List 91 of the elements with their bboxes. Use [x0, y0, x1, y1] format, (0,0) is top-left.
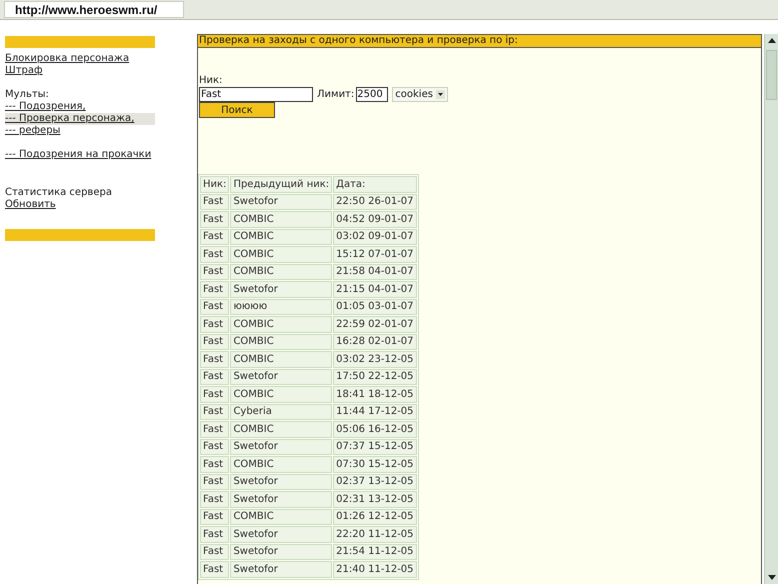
table-cell: Fast: [200, 194, 230, 210]
table-cell: Fast: [200, 544, 230, 560]
table-cell: Swetofor: [230, 544, 332, 560]
table-cell: 11:44 17-12-05: [333, 404, 417, 420]
table-cell: COMBIC: [230, 351, 332, 368]
scroll-up-icon[interactable]: [766, 36, 776, 44]
table-cell: 18:41 18-12-05: [333, 386, 417, 402]
table-cell: 17:50 22-12-05: [333, 368, 417, 385]
table-cell: Fast: [200, 404, 230, 420]
table-cell: Fast: [200, 246, 230, 262]
nick-label: Ник:: [199, 75, 224, 87]
sidebar-link[interactable]: Штраф: [5, 65, 155, 77]
table-cell: 02:37 13-12-05: [333, 474, 417, 490]
sidebar-link[interactable]: --- Подозрения,: [5, 101, 155, 113]
table-cell: Fast: [200, 368, 230, 385]
table-cell: 22:59 02-01-07: [333, 316, 417, 332]
table-cell: 22:50 26-01-07: [333, 194, 417, 210]
table-cell: Fast: [200, 228, 230, 245]
table-cell: Swetofor: [230, 491, 332, 508]
table-cell: 21:40 11-12-05: [333, 561, 417, 578]
limit-label: Лимит:: [317, 88, 354, 100]
table-cell: Fast: [200, 334, 230, 350]
table-cell: 07:37 15-12-05: [333, 438, 417, 455]
mode-dropdown[interactable]: cookies: [392, 87, 448, 102]
table-cell: Fast: [200, 421, 230, 438]
table-cell: COMBIC: [230, 421, 332, 438]
table-cell: COMBIC: [230, 228, 332, 245]
table-cell: 03:02 23-12-05: [333, 351, 417, 368]
table-cell: COMBIC: [230, 211, 332, 228]
caret-icon: [436, 90, 445, 99]
table-cell: 21:54 11-12-05: [333, 544, 417, 560]
table-cell: 01:05 03-01-07: [333, 298, 417, 315]
column-header: Дата:: [333, 176, 417, 192]
table-cell: 02:31 13-12-05: [333, 491, 417, 508]
sidebar-label: Статистика сервера: [5, 187, 113, 199]
sidebar-link[interactable]: --- реферы: [5, 125, 155, 137]
table-cell: 16:28 02-01-07: [333, 334, 417, 350]
table-cell: Cyberia: [230, 404, 332, 420]
search-button[interactable]: Поиск: [199, 102, 275, 118]
table-cell: Swetofor: [230, 368, 332, 385]
table-cell: COMBIC: [230, 334, 332, 350]
table-cell: 05:06 16-12-05: [333, 421, 417, 438]
table-cell: 22:20 11-12-05: [333, 526, 417, 542]
table-cell: Fast: [200, 491, 230, 508]
column-header: Предыдущий ник:: [230, 176, 332, 192]
table-cell: Swetofor: [230, 438, 332, 455]
table-cell: 07:30 15-12-05: [333, 456, 417, 472]
table-cell: COMBIC: [230, 316, 332, 332]
sidebar-link[interactable]: Блокировка персонажа: [5, 53, 155, 65]
sidebar-link[interactable]: --- Подозрения на прокачки: [5, 149, 155, 161]
table-cell: юююю: [230, 298, 332, 315]
table-cell: 15:12 07-01-07: [333, 246, 417, 262]
scroll-thumb[interactable]: [766, 50, 777, 100]
table-cell: Swetofor: [230, 281, 332, 298]
address-field[interactable]: http://www.heroeswm.ru/: [4, 1, 184, 18]
column-header: Ник:: [200, 176, 230, 192]
table-cell: Fast: [200, 351, 230, 368]
table-cell: Fast: [200, 281, 230, 298]
nick-field[interactable]: Fast: [199, 87, 313, 102]
sidebar-label: Мульты:: [5, 89, 50, 101]
table-cell: Fast: [200, 474, 230, 490]
sidebar-link[interactable]: --- Проверка персонажа,: [5, 113, 155, 125]
table-cell: COMBIC: [230, 246, 332, 262]
table-cell: Fast: [200, 264, 230, 280]
table-cell: 04:52 09-01-07: [333, 211, 417, 228]
table-cell: Fast: [200, 298, 230, 315]
table-cell: Swetofor: [230, 561, 332, 578]
table-cell: Swetofor: [230, 474, 332, 490]
panel-title: Проверка на заходы с одного компьютера и проверка по ip:: [198, 35, 761, 48]
table-cell: Fast: [200, 438, 230, 455]
table-cell: Fast: [200, 211, 230, 228]
table-cell: Fast: [200, 561, 230, 578]
scroll-down-icon[interactable]: [766, 574, 776, 582]
table-cell: Fast: [200, 526, 230, 542]
table-cell: COMBIC: [230, 508, 332, 525]
table-cell: Swetofor: [230, 526, 332, 542]
table-cell: Fast: [200, 508, 230, 525]
table-cell: 01:26 12-12-05: [333, 508, 417, 525]
table-cell: 21:58 04-01-07: [333, 264, 417, 280]
table-cell: Fast: [200, 316, 230, 332]
table-cell: Swetofor: [230, 194, 332, 210]
scrollbar[interactable]: [764, 34, 778, 584]
table-cell: Fast: [200, 456, 230, 472]
table-cell: COMBIC: [230, 264, 332, 280]
table-cell: COMBIC: [230, 386, 332, 402]
table-cell: COMBIC: [230, 456, 332, 472]
table-cell: 21:15 04-01-07: [333, 281, 417, 298]
limit-field[interactable]: 2500: [356, 87, 388, 102]
sidebar-link[interactable]: Обновить: [5, 199, 155, 211]
table-cell: 03:02 09-01-07: [333, 228, 417, 245]
table-cell: Fast: [200, 386, 230, 402]
